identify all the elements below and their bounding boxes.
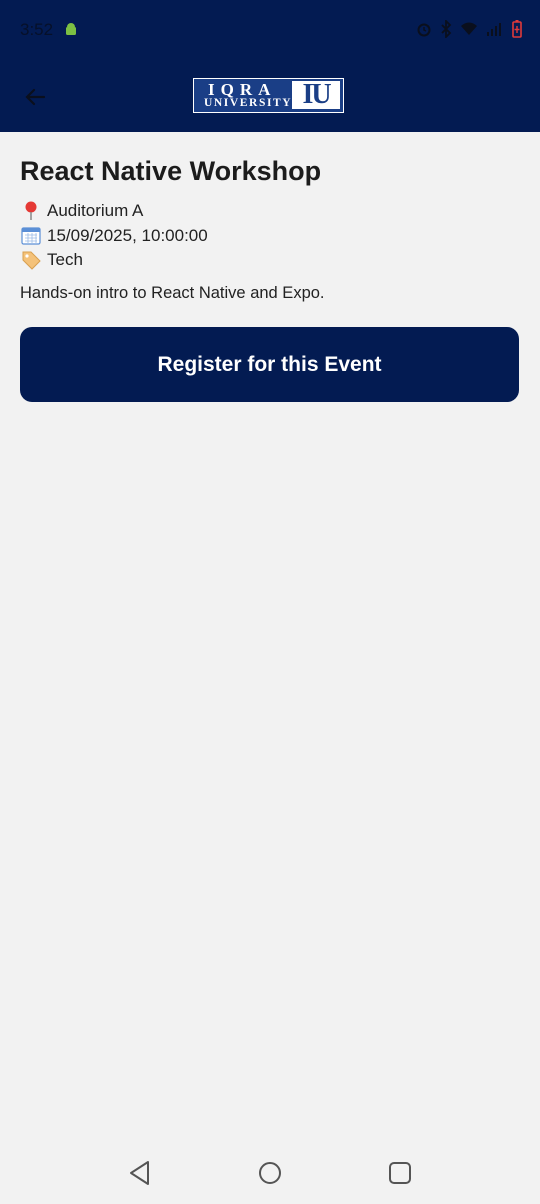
app-bar: IQRA UNIVERSITY IU	[0, 60, 540, 132]
status-bar: 3:52	[0, 0, 540, 60]
event-datetime: 15/09/2025, 10:00:00	[47, 225, 208, 245]
arrow-left-icon[interactable]	[20, 82, 50, 112]
back-triangle-icon[interactable]	[128, 1160, 152, 1186]
event-details: React Native Workshop Auditorium A 15/09…	[20, 150, 520, 303]
alarm-icon	[417, 23, 431, 37]
register-button[interactable]: Register for this Event	[20, 327, 519, 402]
logo-mark: IU	[292, 81, 340, 109]
event-category-row: Tech	[20, 248, 520, 273]
event-category: Tech	[47, 250, 83, 270]
status-time: 3:52	[20, 20, 54, 39]
wifi-icon	[461, 22, 477, 35]
logo-line2: UNIVERSITY	[204, 97, 293, 109]
event-date-row: 15/09/2025, 10:00:00	[20, 224, 520, 249]
home-circle-icon[interactable]	[258, 1161, 282, 1185]
battery-icon	[512, 20, 522, 38]
recents-square-icon[interactable]	[388, 1161, 412, 1185]
status-icons	[416, 20, 522, 38]
event-title: React Native Workshop	[20, 156, 322, 186]
calendar-icon	[20, 226, 42, 246]
pin-icon	[20, 201, 42, 221]
bluetooth-icon	[441, 20, 452, 38]
signal-icon	[487, 23, 501, 36]
event-location-row: Auditorium A	[20, 199, 520, 224]
android-icon	[66, 23, 76, 35]
tag-icon	[20, 250, 42, 270]
event-location: Auditorium A	[47, 201, 144, 221]
university-logo: IQRA UNIVERSITY IU	[193, 78, 344, 113]
event-description: Hands-on intro to React Native and Expo.	[20, 283, 325, 302]
